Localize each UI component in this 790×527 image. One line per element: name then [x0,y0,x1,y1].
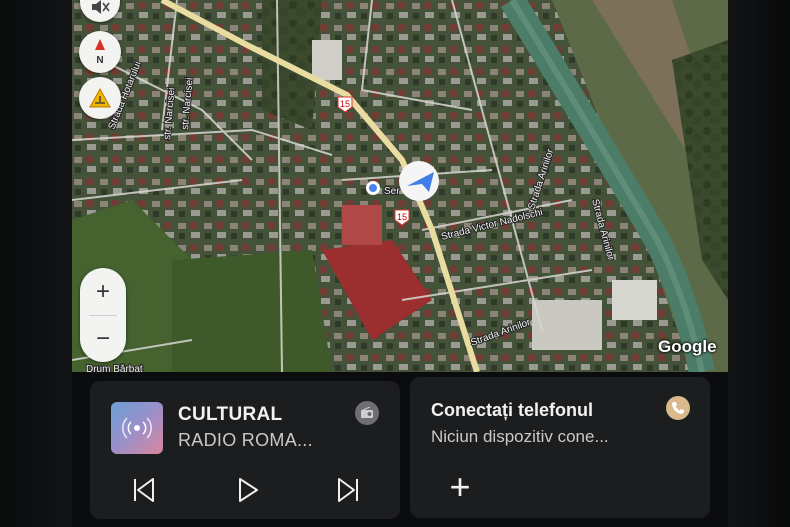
satellite-map[interactable]: 15 15 Strada Hotarului str. Narcisei str… [72,0,728,372]
skip-next-button[interactable] [329,470,369,510]
phone-subtitle: Niciun dispozitiv cone... [431,427,609,446]
compass-icon: N [95,39,105,66]
screen-bezel-left [0,0,72,527]
broadcast-icon [122,417,152,439]
add-device-button[interactable]: + [440,466,480,507]
compass-button[interactable]: N [79,31,121,73]
radio-source-icon[interactable] [355,401,379,425]
map-view[interactable]: 15 15 Strada Hotarului str. Narcisei str… [72,0,728,372]
zoom-divider [89,315,117,316]
screen-bezel-right [728,0,790,527]
station-artwork[interactable] [111,402,163,454]
play-button[interactable] [227,470,267,510]
route-badge-label: 15 [397,212,407,222]
skip-next-icon [338,478,358,502]
media-subtitle: RADIO ROMA... [178,430,313,450]
speaker-muted-icon [92,0,110,14]
skip-previous-button[interactable] [123,470,163,510]
poi-label: Ser [384,186,400,197]
zoom-control: + − [80,268,126,362]
media-title: CULTURAL [178,404,283,425]
report-incident-button[interactable] [79,77,121,119]
zoom-in-button[interactable]: + [80,268,126,315]
navigation-arrow-icon [399,161,439,201]
phone-title: Conectați telefonul [431,400,594,420]
route-badge-label: 15 [340,99,350,109]
zoom-out-button[interactable]: − [80,315,126,362]
skip-previous-icon [134,478,154,502]
phone-icon [666,396,690,420]
google-attribution: Google [658,337,717,356]
svg-text:N: N [96,55,103,66]
street-label: Drum Bărbat [86,364,143,372]
warning-icon [89,88,111,108]
play-icon [239,478,258,502]
